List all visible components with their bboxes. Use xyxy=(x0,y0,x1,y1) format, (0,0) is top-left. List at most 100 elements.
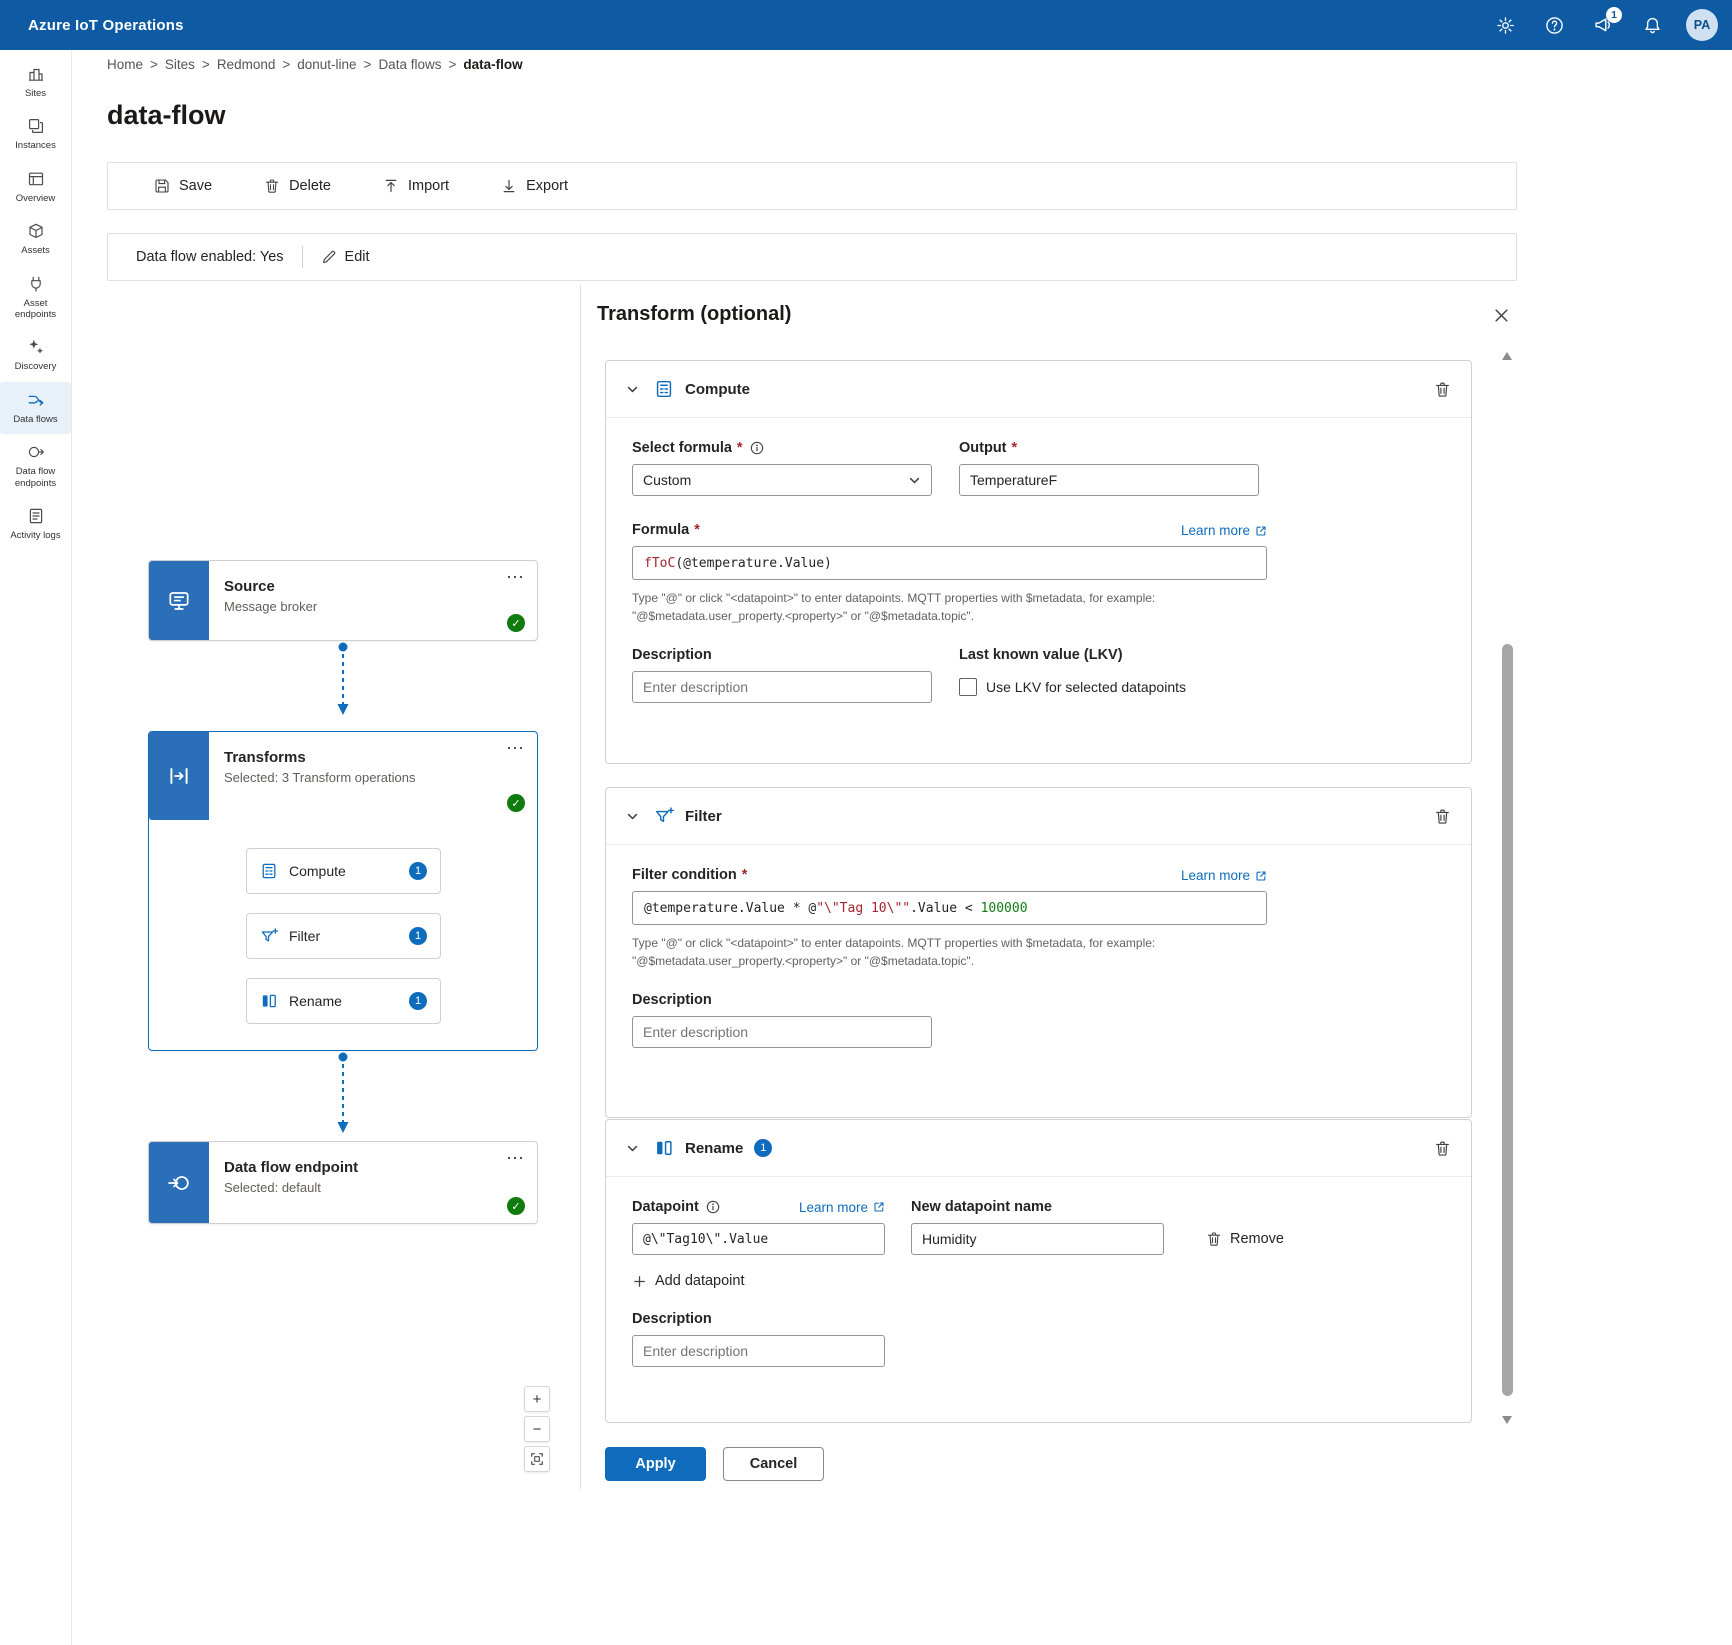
lkv-label: Last known value (LKV) xyxy=(959,647,1445,663)
rename-delete-trash-icon[interactable] xyxy=(1430,1136,1455,1161)
edit-button[interactable]: Edit xyxy=(321,249,370,265)
compute-section: Compute Select formula* Custom Output* F… xyxy=(605,360,1472,764)
filter-description-input[interactable] xyxy=(632,1016,932,1048)
output-field[interactable] xyxy=(959,464,1259,496)
select-formula-info-icon[interactable] xyxy=(750,441,764,455)
rename-count-badge: 1 xyxy=(754,1139,772,1157)
compute-delete-trash-icon[interactable] xyxy=(1430,377,1455,402)
sidebar-item-asset-endpoints[interactable]: Asset endpoints xyxy=(0,266,71,330)
formula-field[interactable]: fToC(@temperature.Value) xyxy=(632,546,1267,580)
required-marker: * xyxy=(742,867,748,883)
sidebar-item-sites[interactable]: Sites xyxy=(0,56,71,108)
transforms-node-title: Transforms xyxy=(224,749,523,766)
breadcrumb-current: data-flow xyxy=(441,57,522,72)
plus-icon xyxy=(632,1274,647,1289)
breadcrumb: Home Sites Redmond donut-line Data flows… xyxy=(107,57,523,72)
source-more-menu-icon[interactable]: ⋯ xyxy=(502,563,529,592)
close-icon[interactable] xyxy=(1485,299,1517,331)
transforms-node[interactable]: Transforms Selected: 3 Transform operati… xyxy=(148,731,538,1051)
external-link-icon xyxy=(873,1201,885,1213)
sidebar-item-discovery[interactable]: Discovery xyxy=(0,329,71,381)
save-button[interactable]: Save xyxy=(128,163,238,209)
datapoint-label: Datapoint xyxy=(632,1199,699,1215)
compute-heading: Compute xyxy=(685,381,750,398)
dataflow-status-bar: Data flow enabled: Yes Edit xyxy=(107,233,1517,281)
sidebar-item-data-flow-endpoints[interactable]: Data flow endpoints xyxy=(0,434,71,498)
breadcrumb-home[interactable]: Home xyxy=(107,57,143,72)
filter-learn-more-link[interactable]: Learn more xyxy=(1181,868,1267,883)
breadcrumb-sites[interactable]: Sites xyxy=(143,57,195,72)
zoom-out-button[interactable]: − xyxy=(524,1416,550,1442)
description-label: Description xyxy=(632,1311,1445,1327)
rename-learn-more-link[interactable]: Learn more xyxy=(799,1200,885,1215)
compute-collapse-chevron-icon[interactable] xyxy=(622,379,643,400)
user-avatar[interactable]: PA xyxy=(1686,9,1718,41)
divider xyxy=(302,246,303,268)
new-datapoint-name-field[interactable] xyxy=(911,1223,1164,1255)
required-marker: * xyxy=(737,440,743,456)
source-node-subtitle: Message broker xyxy=(224,599,523,614)
endpoint-more-menu-icon[interactable]: ⋯ xyxy=(502,1144,529,1173)
lkv-checkbox[interactable] xyxy=(959,678,977,696)
compute-description-input[interactable] xyxy=(632,671,932,703)
zoom-fit-icon[interactable] xyxy=(524,1446,550,1472)
transforms-more-menu-icon[interactable]: ⋯ xyxy=(502,734,529,763)
scrollbar-down-arrow[interactable] xyxy=(1502,1416,1512,1424)
top-app-bar: Azure IoT Operations 1 PA xyxy=(0,0,1732,50)
cancel-button[interactable]: Cancel xyxy=(723,1447,824,1481)
notification-count-badge: 1 xyxy=(1606,7,1622,23)
sidebar-item-assets[interactable]: Assets xyxy=(0,213,71,265)
endpoint-node-title: Data flow endpoint xyxy=(224,1159,523,1176)
datapoint-field[interactable] xyxy=(632,1223,885,1255)
filter-collapse-chevron-icon[interactable] xyxy=(622,806,643,827)
zoom-in-button[interactable]: + xyxy=(524,1386,550,1412)
panel-scrollbar[interactable] xyxy=(1499,352,1516,1424)
panel-title: Transform (optional) xyxy=(597,303,791,326)
endpoint-node[interactable]: Data flow endpoint Selected: default ⋯ ✓ xyxy=(148,1141,538,1224)
connector-arrow-2 xyxy=(335,1052,351,1138)
scrollbar-thumb[interactable] xyxy=(1502,644,1513,1396)
apply-button[interactable]: Apply xyxy=(605,1447,706,1481)
import-button[interactable]: Import xyxy=(357,163,475,209)
add-datapoint-button[interactable]: Add datapoint xyxy=(632,1273,745,1289)
sidebar-item-instances[interactable]: Instances xyxy=(0,108,71,160)
filter-condition-field[interactable]: @temperature.Value * @"\"Tag 10\"".Value… xyxy=(632,891,1267,925)
rename-description-input[interactable] xyxy=(632,1335,885,1367)
remove-datapoint-button[interactable]: Remove xyxy=(1206,1231,1284,1247)
export-button[interactable]: Export xyxy=(475,163,594,209)
filter-hint-text: Type "@" or click "<datapoint>" to enter… xyxy=(632,934,1232,970)
whats-new-megaphone-icon[interactable]: 1 xyxy=(1584,6,1622,44)
formula-hint-text: Type "@" or click "<datapoint>" to enter… xyxy=(632,589,1232,625)
transform-op-compute[interactable]: Compute 1 xyxy=(246,848,441,894)
canvas-zoom-controls: + − xyxy=(524,1386,550,1472)
breadcrumb-redmond[interactable]: Redmond xyxy=(195,57,275,72)
delete-trash-icon xyxy=(264,178,280,194)
filter-count-badge: 1 xyxy=(409,927,427,945)
sidebar-item-overview[interactable]: Overview xyxy=(0,161,71,213)
sidebar-item-activity-logs[interactable]: Activity logs xyxy=(0,498,71,550)
external-link-icon xyxy=(1255,870,1267,882)
settings-gear-icon[interactable] xyxy=(1486,6,1524,44)
rename-icon xyxy=(260,992,278,1010)
compute-icon xyxy=(654,379,674,399)
compute-icon xyxy=(260,862,278,880)
datapoint-info-icon[interactable] xyxy=(706,1200,720,1214)
compute-count-badge: 1 xyxy=(409,862,427,880)
transform-op-rename[interactable]: Rename 1 xyxy=(246,978,441,1024)
breadcrumb-donut-line[interactable]: donut-line xyxy=(275,57,356,72)
filter-delete-trash-icon[interactable] xyxy=(1430,804,1455,829)
rename-collapse-chevron-icon[interactable] xyxy=(622,1138,643,1159)
help-icon[interactable] xyxy=(1535,6,1573,44)
breadcrumb-data-flows[interactable]: Data flows xyxy=(357,57,442,72)
scrollbar-up-arrow[interactable] xyxy=(1502,352,1512,360)
source-node[interactable]: Source Message broker ⋯ ✓ xyxy=(148,560,538,641)
notifications-bell-icon[interactable] xyxy=(1633,6,1671,44)
sidebar-item-data-flows[interactable]: Data flows xyxy=(0,382,71,434)
left-nav: Sites Instances Overview Assets Asset en… xyxy=(0,50,72,1645)
formula-learn-more-link[interactable]: Learn more xyxy=(1181,523,1267,538)
select-formula-dropdown[interactable]: Custom xyxy=(632,464,932,496)
pencil-icon xyxy=(321,249,337,265)
transform-op-filter[interactable]: Filter 1 xyxy=(246,913,441,959)
required-marker: * xyxy=(694,522,700,538)
delete-button[interactable]: Delete xyxy=(238,163,357,209)
